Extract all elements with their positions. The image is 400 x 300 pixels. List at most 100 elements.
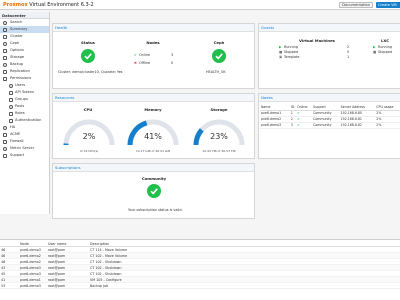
- table-row[interactable]: 53 pve6-demo3 root@pam Backup Job: [0, 283, 400, 289]
- subscription-ok-icon: [147, 184, 161, 198]
- task-desc: CT 102 - Shutdown: [90, 272, 122, 276]
- sidebar-item-label: ACME: [10, 132, 21, 136]
- unlock-icon: [3, 76, 7, 81]
- tasks-log: Node User name Description 46 pve6-demo3 r…: [0, 239, 400, 300]
- subscriptions-title: Subscriptions: [53, 164, 254, 172]
- task-user: root@pam: [48, 278, 66, 282]
- vm-template-label: Template: [284, 55, 300, 59]
- sidebar-item-label: Permissions: [10, 76, 32, 80]
- tags-icon: [9, 104, 13, 109]
- task-time: 46: [1, 254, 6, 258]
- nodes-title: Nodes: [259, 94, 400, 102]
- documentation-button[interactable]: Documentation: [339, 1, 373, 8]
- sidebar-item-metric-server[interactable]: Metric Server: [0, 145, 49, 152]
- sidebar-item-roles[interactable]: Roles: [0, 110, 49, 117]
- task-user: root@pam: [48, 260, 66, 264]
- cpu-heading: CPU: [83, 107, 93, 112]
- create-vm-button[interactable]: Create VM: [376, 1, 400, 8]
- task-desc: Backup Job: [90, 284, 109, 288]
- task-time: 43: [1, 266, 6, 270]
- sidebar-item-label: HA: [10, 125, 16, 129]
- ceph-status: HEALTH_OK: [206, 70, 226, 74]
- sidebar-item-ha[interactable]: HA: [0, 124, 49, 131]
- memory-percent: 41%: [144, 132, 162, 141]
- key-icon: [9, 118, 13, 123]
- sidebar-item-acme[interactable]: ACME: [0, 131, 49, 138]
- task-desc: CT 102 - Shutdown: [90, 266, 122, 270]
- sidebar-item-authentication[interactable]: Authentication: [0, 117, 49, 124]
- certificate-icon: [3, 132, 7, 137]
- retweet-icon: [3, 69, 7, 74]
- task-desc: CT 114 - Move Volume: [90, 248, 128, 252]
- sidebar-item-ceph[interactable]: Ceph: [0, 40, 49, 47]
- floppy-icon: [3, 62, 7, 67]
- task-user: root@pam: [48, 272, 66, 276]
- task-user: root@pam: [48, 284, 66, 288]
- key-icon: [9, 90, 13, 95]
- sidebar-item-label: Support: [10, 153, 25, 157]
- node-support: Community: [312, 122, 340, 129]
- memory-heading: Memory: [144, 107, 162, 112]
- sidebar-item-backup[interactable]: Backup: [0, 61, 49, 68]
- sidebar-item-options[interactable]: Options: [0, 47, 49, 54]
- vm-stopped-count: 5: [347, 50, 350, 54]
- sidebar-item-api-tokens[interactable]: API Tokens: [0, 89, 49, 96]
- shield-icon: [3, 139, 7, 144]
- subscription-message: Your subscription status is valid.: [128, 208, 183, 212]
- sidebar-item-label: Storage: [10, 55, 25, 59]
- task-desc: CT 102 - Shutdown: [90, 260, 122, 264]
- task-node: pve6-demo1: [20, 278, 41, 282]
- vm-stopped-label: Stopped: [284, 50, 299, 54]
- sidebar-item-label: Options: [10, 48, 24, 52]
- col-node[interactable]: Node: [20, 242, 29, 246]
- sidebar-item-label: Roles: [15, 111, 25, 115]
- task-node: pve6-demo2: [20, 254, 41, 258]
- task-time: 45: [1, 272, 6, 276]
- sidebar-item-cluster[interactable]: Cluster: [0, 33, 49, 40]
- sidebar-item-label: Ceph: [10, 41, 20, 45]
- table-row[interactable]: pve6-demo3 3 ✔ Community 192.168.6.82 2%: [260, 122, 400, 129]
- task-user: root@pam: [48, 254, 66, 258]
- sidebar-item-pools[interactable]: Pools: [0, 103, 49, 110]
- gear-icon: [3, 48, 7, 53]
- sidebar-item-firewall[interactable]: Firewall: [0, 138, 49, 145]
- running-icon: ▶: [279, 45, 282, 49]
- sidebar-item-users[interactable]: Users: [0, 82, 49, 89]
- online-label: Online: [139, 53, 150, 57]
- cpu-gauge: 2% of 16 CPU(s): [61, 116, 117, 156]
- sidebar-item-label: Backup: [10, 62, 24, 66]
- top-bar: Proxmox Virtual Environment 6.3-2 Docume…: [0, 0, 400, 10]
- lxc-heading: LXC: [381, 38, 389, 43]
- task-user: root@pam: [48, 248, 66, 252]
- sidebar-item-label: Groups: [15, 97, 28, 101]
- nodes-table: Name ID Online Support Server Address CPU usa…: [260, 104, 400, 129]
- sidebar-item-summary[interactable]: Summary: [0, 26, 49, 33]
- subscriptions-panel: Subscriptions Community Your subscriptio…: [52, 163, 255, 219]
- node-online: ✔: [296, 122, 313, 129]
- memory-gauge: 41% 19.17 GiB of 46.91 GiB: [125, 116, 181, 156]
- app-title: Proxmox Virtual Environment 6.3-2: [3, 2, 94, 8]
- vm-template-count: 1: [347, 55, 350, 59]
- col-description[interactable]: Description: [90, 242, 109, 246]
- sidebar-item-label: Metric Server: [10, 146, 35, 150]
- sidebar-item-label: Summary: [10, 27, 28, 31]
- database-icon: [3, 55, 7, 60]
- sidebar-item-storage[interactable]: Storage: [0, 54, 49, 61]
- offline-count: 0: [171, 61, 174, 65]
- sidebar-item-groups[interactable]: Groups: [0, 96, 49, 103]
- sidebar-item-search[interactable]: Search: [0, 19, 49, 26]
- sidebar-item-replication[interactable]: Replication: [0, 68, 49, 75]
- lxc-running-icon: ▶: [373, 45, 376, 49]
- task-desc: VM 105 - Configure: [90, 278, 122, 282]
- task-time: 41: [1, 278, 6, 282]
- task-time: 53: [1, 284, 6, 288]
- col-user[interactable]: User name: [48, 242, 66, 246]
- offline-label: Offline: [139, 61, 151, 65]
- sidebar-item-support[interactable]: Support: [0, 152, 49, 159]
- task-node: pve6-demo3: [20, 248, 41, 252]
- task-time: 46: [1, 248, 6, 252]
- task-time: 46: [1, 260, 6, 264]
- task-node: pve6-demo2: [20, 260, 41, 264]
- sidebar-item-permissions[interactable]: Permissions: [0, 75, 49, 82]
- cpu-subtext: of 16 CPU(s): [79, 149, 99, 153]
